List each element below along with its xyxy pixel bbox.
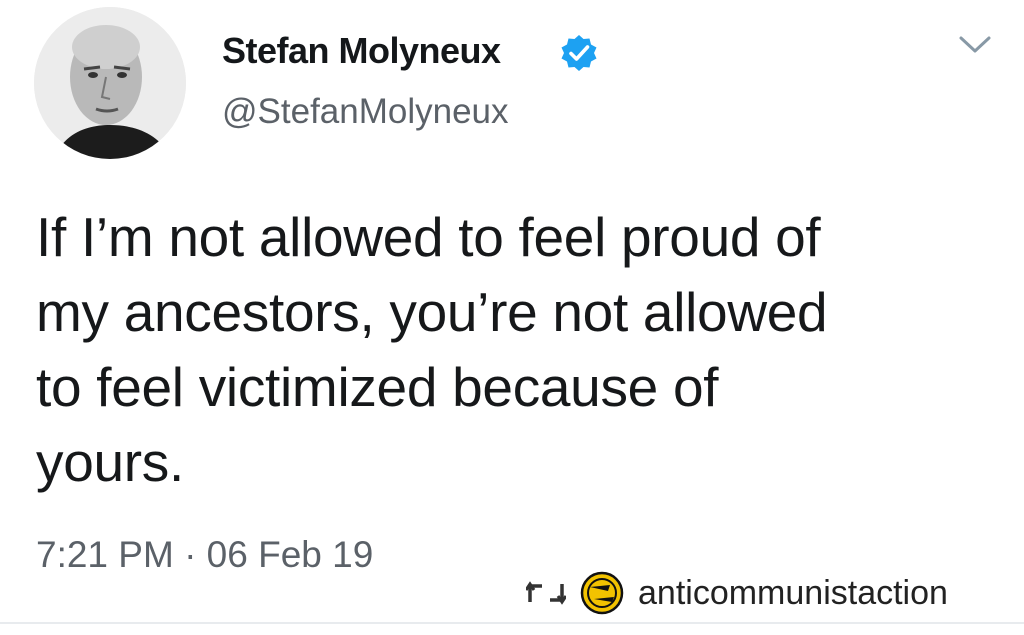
profile-photo — [34, 7, 186, 159]
antifa-logo-icon[interactable] — [580, 571, 624, 615]
credit-username[interactable]: anticommunistaction — [638, 574, 948, 613]
avatar[interactable] — [34, 7, 186, 159]
tweet-text: If I’m not allowed to feel proud of my a… — [36, 200, 996, 500]
repost-icon — [526, 581, 566, 605]
tweet-text-line: to feel victimized because of — [36, 356, 719, 418]
author-display-name[interactable]: Stefan Molyneux — [222, 30, 501, 72]
divider — [0, 622, 1024, 624]
tweet-text-line: If I’m not allowed to feel proud of — [36, 206, 821, 268]
tweet-text-line: yours. — [36, 431, 184, 493]
author-handle[interactable]: @StefanMolyneux — [222, 92, 509, 132]
tweet-card: Stefan Molyneux @StefanMolyneux If I’m n… — [0, 0, 1024, 635]
verified-badge-icon — [561, 35, 597, 71]
tweet-text-line: my ancestors, you’re not allowed — [36, 281, 828, 343]
chevron-down-icon[interactable] — [958, 34, 992, 56]
repost-credit[interactable]: anticommunistaction — [526, 568, 948, 618]
tweet-timestamp[interactable]: 7:21 PM · 06 Feb 19 — [36, 534, 373, 576]
